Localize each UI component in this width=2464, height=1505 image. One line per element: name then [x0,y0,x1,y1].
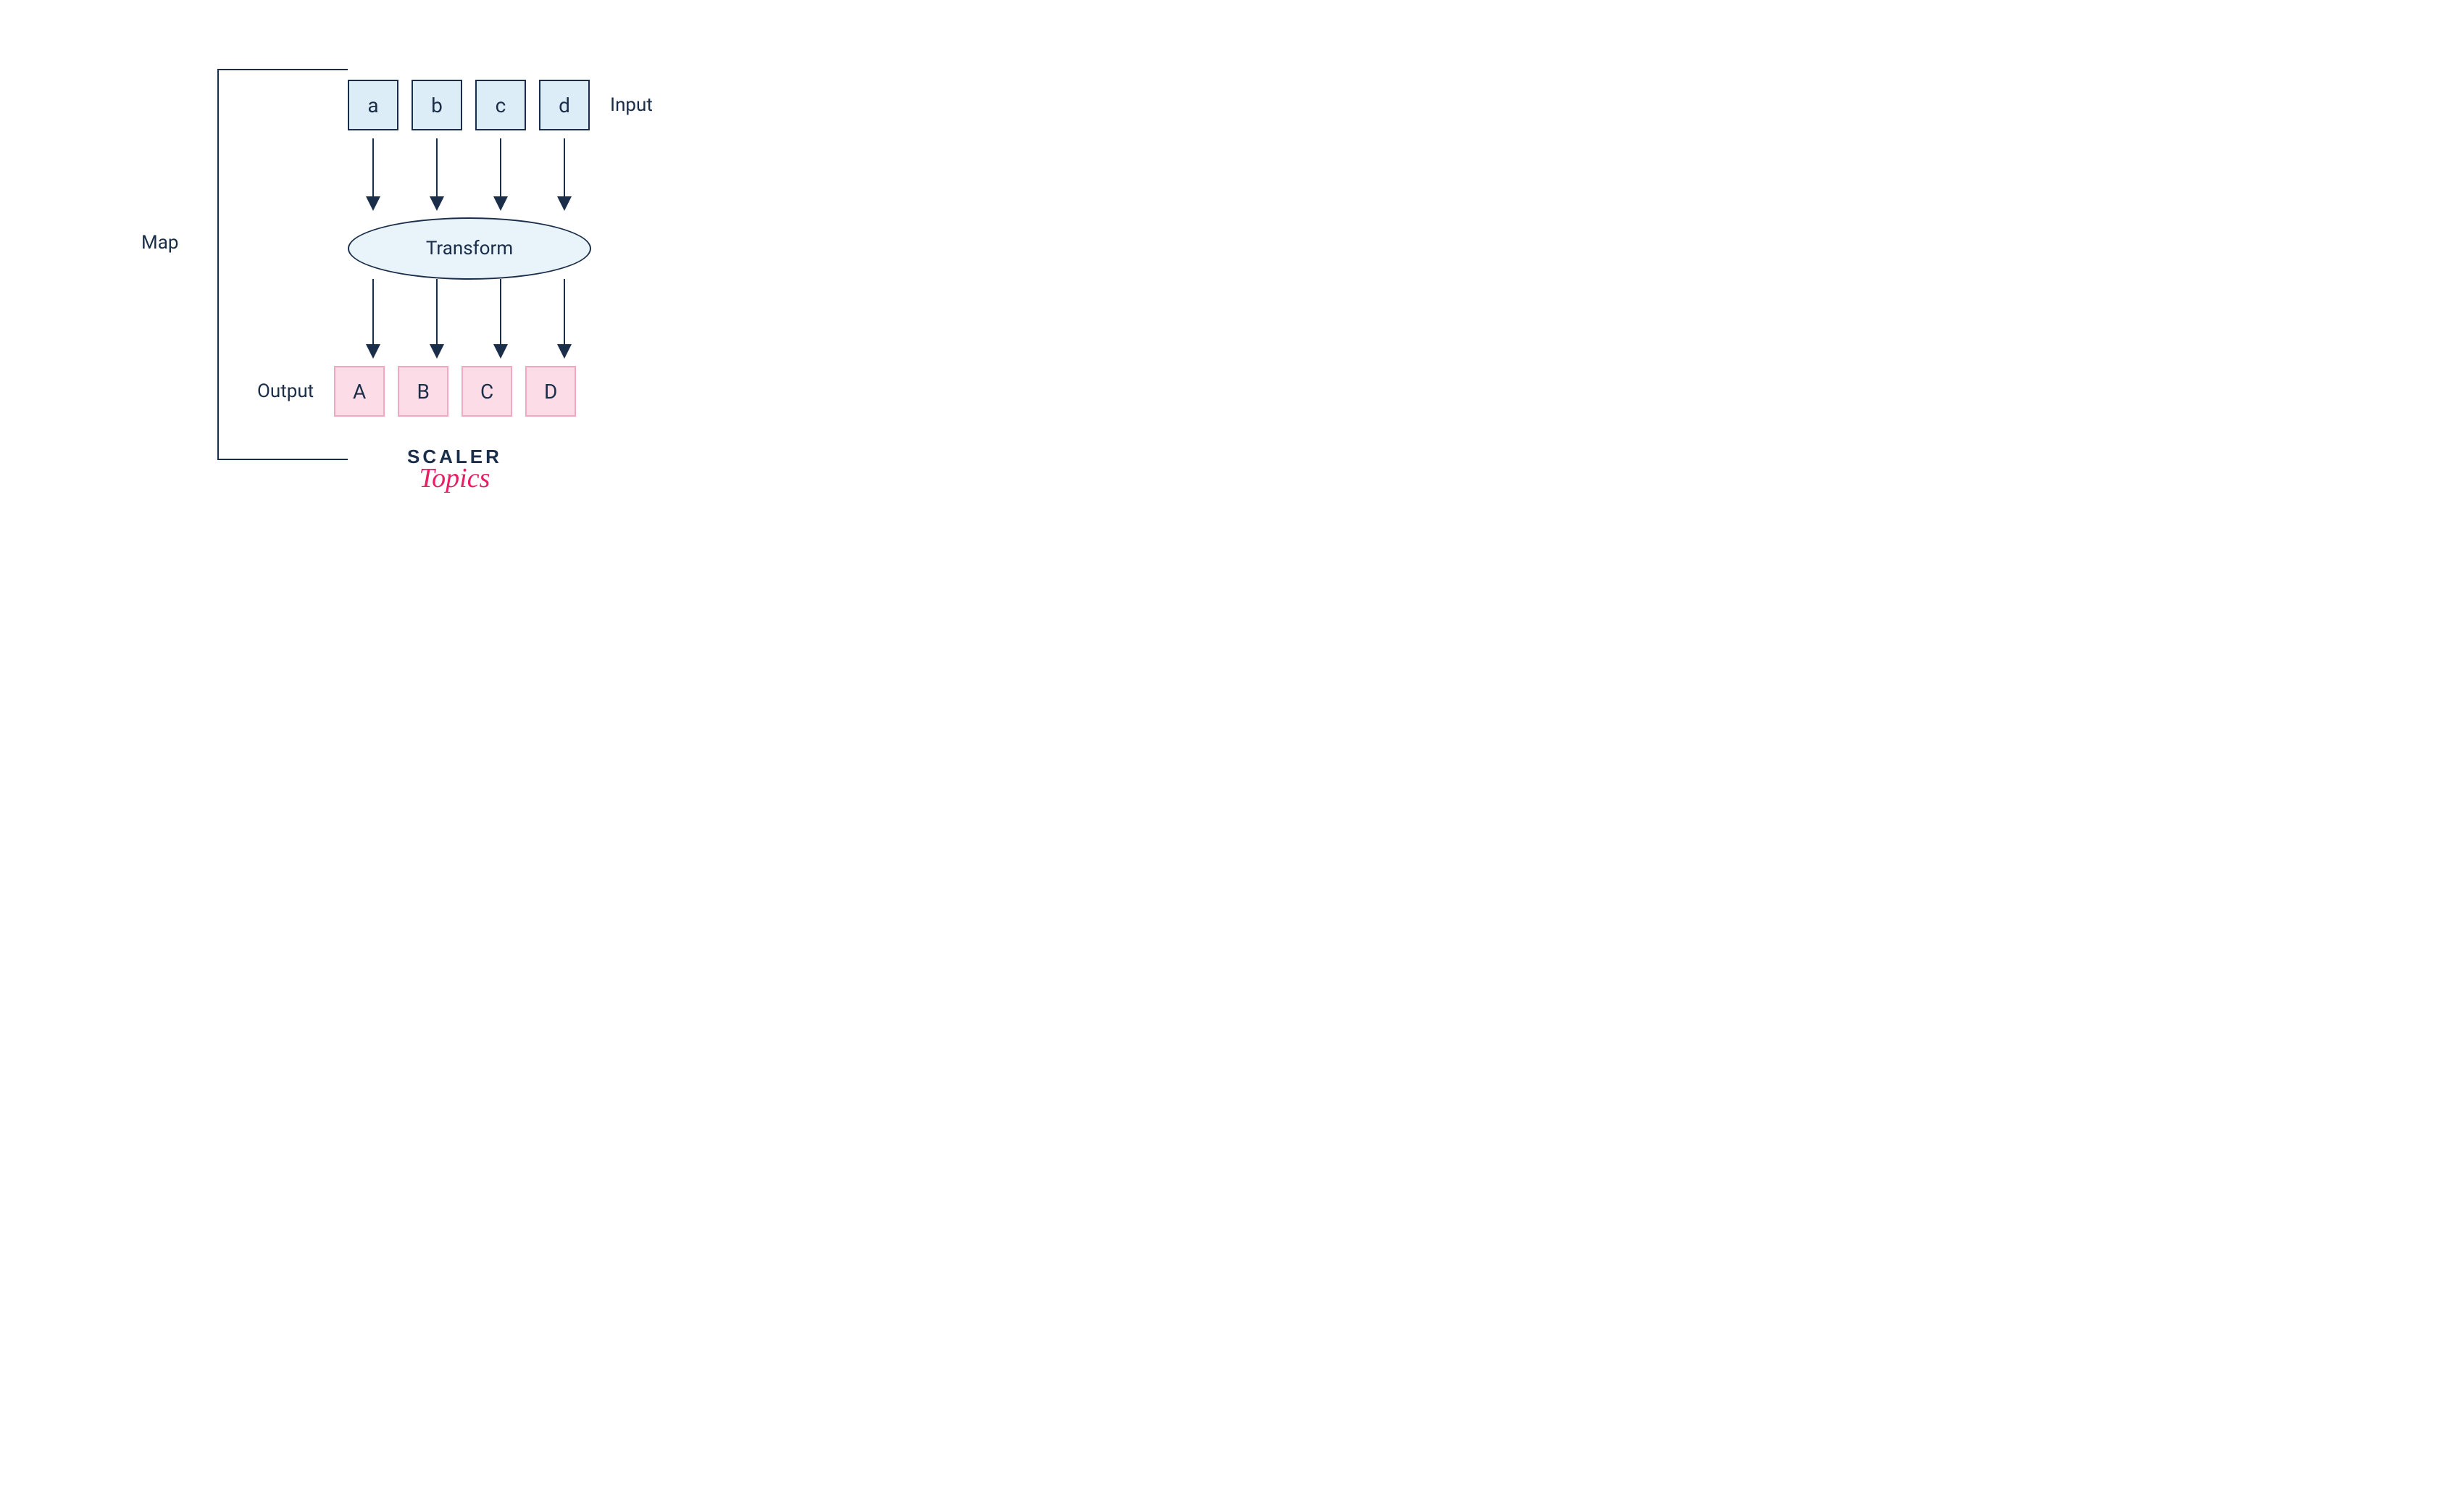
output-box-b: B [398,366,448,417]
input-box-d: d [539,80,590,130]
output-label: Output [257,380,314,402]
map-label: Map [141,232,178,254]
arrows-transform-to-output [348,279,594,362]
output-box-d: D [525,366,576,417]
input-box-c: c [475,80,526,130]
input-row: a b c d Input [348,80,653,130]
logo-topics-text: Topics [407,462,502,494]
transform-node: Transform [348,217,591,280]
input-box-a: a [348,80,398,130]
scaler-topics-logo: SCALER Topics [407,446,502,494]
output-box-c: C [462,366,512,417]
output-box-a: A [334,366,385,417]
arrows-input-to-transform [348,138,594,218]
output-row: Output A B C D [257,366,576,417]
input-label: Input [610,94,653,116]
map-diagram: Map a b c d Input Transform Output A [188,69,696,475]
input-box-b: b [412,80,462,130]
